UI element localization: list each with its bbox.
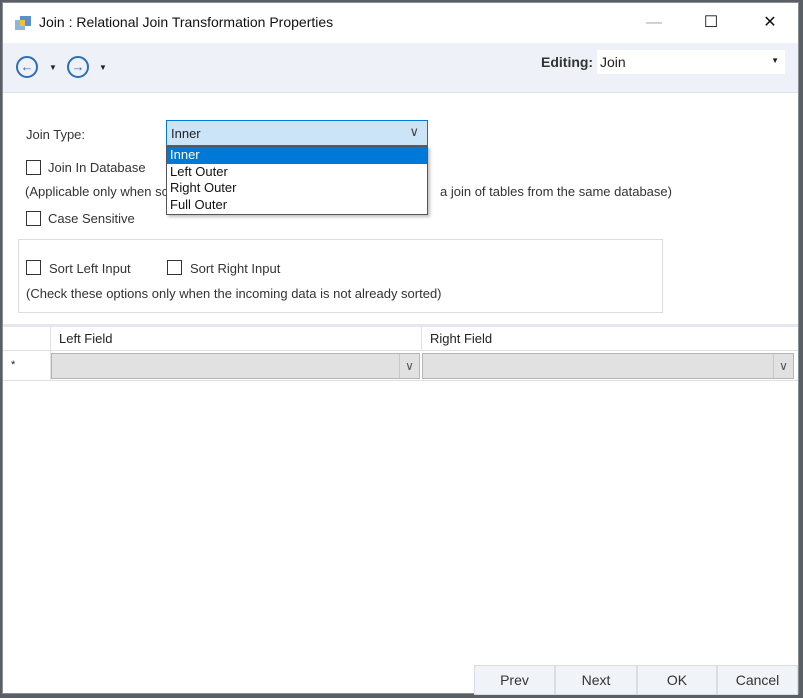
sort-options-group: Sort Left Input Sort Right Input (Check …: [18, 239, 663, 313]
table-row: * ∨ ∨: [3, 351, 798, 381]
back-dropdown-icon[interactable]: ▼: [49, 63, 57, 72]
sort-right-label: Sort Right Input: [190, 261, 281, 276]
editing-label: Editing:: [541, 54, 594, 70]
chevron-down-icon: ▼: [771, 56, 779, 65]
sort-right-checkbox[interactable]: [167, 260, 182, 275]
left-field-dropdown[interactable]: ∨: [51, 353, 420, 379]
toolbar: ← ▼ → ▼ Editing: Join ▼: [3, 43, 798, 93]
join-type-dropdown-list: Inner Left Outer Right Outer Full Outer: [166, 146, 428, 215]
sort-left-label: Sort Left Input: [49, 261, 131, 276]
dialog-window: Join : Relational Join Transformation Pr…: [2, 2, 799, 695]
column-right-field[interactable]: Right Field: [422, 327, 798, 350]
app-icon: [15, 16, 31, 30]
close-button[interactable]: ✕: [755, 9, 785, 37]
join-type-combobox[interactable]: Inner ∨: [166, 120, 428, 146]
join-in-database-note-end: a join of tables from the same database): [440, 184, 672, 199]
forward-icon[interactable]: →: [67, 56, 89, 78]
join-in-database-note: (Applicable only when so: [25, 184, 169, 199]
grid-header: Left Field Right Field: [3, 327, 798, 351]
chevron-down-icon: ∨: [409, 124, 419, 139]
option-inner[interactable]: Inner: [167, 147, 427, 164]
cancel-button[interactable]: Cancel: [717, 665, 798, 695]
title-bar: Join : Relational Join Transformation Pr…: [3, 3, 798, 43]
back-icon[interactable]: ←: [16, 56, 38, 78]
editing-value: Join: [600, 54, 626, 70]
chevron-down-icon: ∨: [399, 354, 419, 378]
prev-button[interactable]: Prev: [474, 665, 555, 695]
case-sensitive-checkbox[interactable]: [26, 211, 41, 226]
option-full-outer[interactable]: Full Outer: [167, 197, 427, 214]
join-fields-grid: Left Field Right Field * ∨ ∨: [3, 324, 798, 381]
row-header-cell: [3, 327, 51, 350]
join-in-database-checkbox[interactable]: [26, 160, 41, 175]
sort-note: (Check these options only when the incom…: [26, 286, 442, 301]
sort-left-checkbox[interactable]: [26, 260, 41, 275]
join-in-database-label: Join In Database: [48, 160, 146, 175]
ok-button[interactable]: OK: [637, 665, 717, 695]
option-right-outer[interactable]: Right Outer: [167, 180, 427, 197]
window-title: Join : Relational Join Transformation Pr…: [39, 14, 334, 30]
editing-select[interactable]: Join ▼: [597, 50, 785, 74]
forward-dropdown-icon[interactable]: ▼: [99, 63, 107, 72]
right-field-dropdown[interactable]: ∨: [422, 353, 794, 379]
chevron-down-icon: ∨: [773, 354, 793, 378]
column-left-field[interactable]: Left Field: [51, 327, 422, 350]
join-type-value: Inner: [171, 126, 201, 141]
new-row-marker: *: [3, 351, 51, 380]
join-type-label: Join Type:: [26, 127, 86, 142]
case-sensitive-label: Case Sensitive: [48, 211, 135, 226]
option-left-outer[interactable]: Left Outer: [167, 164, 427, 181]
next-button[interactable]: Next: [555, 665, 637, 695]
minimize-button[interactable]: —: [639, 9, 669, 37]
maximize-button[interactable]: ☐: [696, 9, 726, 37]
